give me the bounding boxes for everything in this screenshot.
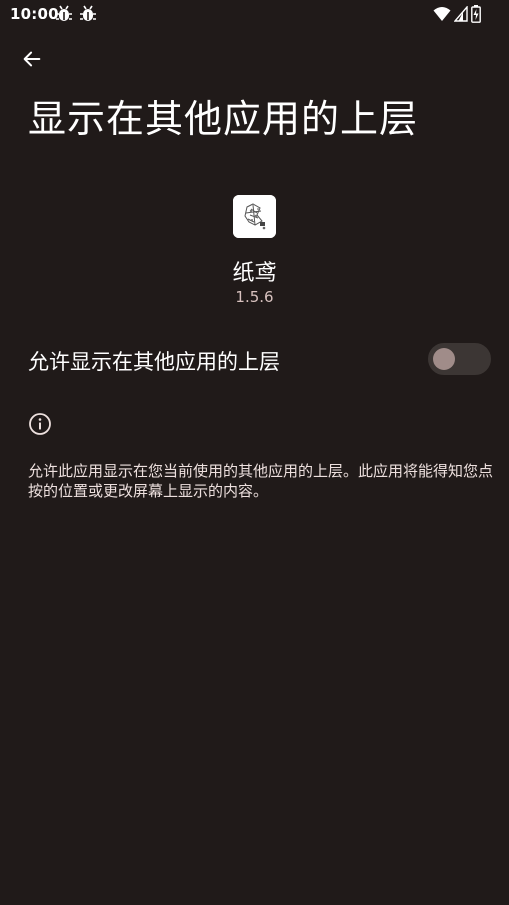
permission-label: 允许显示在其他应用的上层 xyxy=(28,350,280,374)
status-time: 10:00 xyxy=(10,5,59,23)
back-button[interactable] xyxy=(16,43,48,75)
info-icon xyxy=(29,413,51,435)
arrow-left-icon xyxy=(23,51,41,67)
app-icon xyxy=(233,195,276,238)
status-bar: 10:00 xyxy=(0,0,509,30)
bug-icon xyxy=(56,5,72,21)
battery-icon xyxy=(471,5,481,23)
signal-icon xyxy=(454,6,468,22)
permission-toggle-row[interactable]: 允许显示在其他应用的上层 xyxy=(0,330,509,390)
app-version: 1.5.6 xyxy=(235,288,274,306)
toggle-thumb xyxy=(433,348,455,370)
permission-toggle-switch[interactable] xyxy=(428,343,491,375)
permission-description: 允许此应用显示在您当前使用的其他应用的上层。此应用将能得知您点按的位置或更改屏幕… xyxy=(28,462,494,500)
app-name: 纸鸢 xyxy=(232,261,277,286)
page-title: 显示在其他应用的上层 xyxy=(28,97,419,141)
bug-icon xyxy=(80,5,96,21)
status-icons xyxy=(433,5,481,23)
wifi-icon xyxy=(433,7,451,21)
